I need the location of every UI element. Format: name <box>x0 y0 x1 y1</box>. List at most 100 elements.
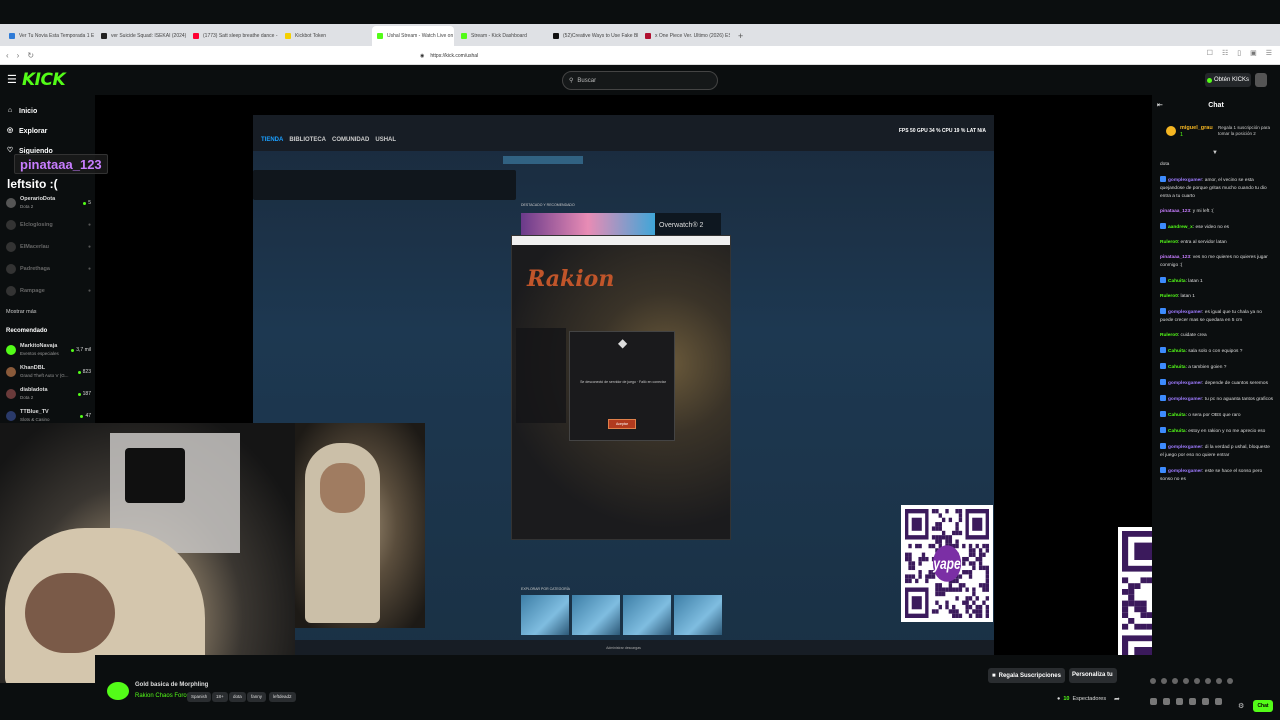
chat-username[interactable]: Rulero0 <box>1160 240 1178 245</box>
search-input[interactable]: ⚲ Buscar <box>562 71 718 90</box>
sidebar-channel-offline[interactable]: Rampage ● <box>6 282 91 300</box>
chat-message: gomplexgamer: es igual que tu chala ya n… <box>1160 308 1274 325</box>
stream-tag[interactable]: fanny <box>247 692 267 702</box>
pinned-gift-leaderboard[interactable]: miguel_grau 1 Regala 1 suscripción para … <box>1166 123 1276 145</box>
webcam-face <box>25 573 115 653</box>
chat-username[interactable]: pinataaa_123 <box>1160 209 1190 214</box>
chat-username[interactable]: gomplexgamer <box>1168 397 1202 402</box>
chat-username[interactable]: gomplexgamer <box>1168 381 1202 386</box>
avatar <box>6 220 16 230</box>
nav-home[interactable]: ⌂ Inicio <box>6 107 37 115</box>
channel-name: KhanDBL <box>20 365 46 371</box>
customize-button[interactable]: Personaliza tu <box>1069 668 1117 683</box>
gift-subs-button[interactable]: ■ Regala Suscripciones <box>988 668 1065 683</box>
sidebar-channel-offline[interactable]: Elcloglosing ● <box>6 216 91 234</box>
get-kicks-button[interactable]: Obtén KICKs <box>1205 73 1251 87</box>
browser-tab[interactable]: ver Suicide Squad: ISEKAI (2024) Onl... <box>96 26 186 46</box>
streamer-avatar[interactable] <box>107 682 129 700</box>
share-icon[interactable]: ➦ <box>1114 695 1120 703</box>
wallet-icon[interactable]: ▣ <box>1250 49 1257 57</box>
reload-icon[interactable]: ↻ <box>27 51 34 60</box>
emote-icon[interactable] <box>1150 698 1157 705</box>
sidebar-channel-offline[interactable]: Padrethaga ● <box>6 260 91 278</box>
show-more-link[interactable]: Mostrar más <box>6 309 37 315</box>
sidebar-icon[interactable]: ▯ <box>1237 49 1241 57</box>
chat-username[interactable]: gomplexgamer <box>1168 178 1202 183</box>
emote-icon[interactable] <box>1202 698 1209 705</box>
emote-icon[interactable] <box>1215 698 1222 705</box>
emote-icon[interactable] <box>1183 678 1189 684</box>
chat-username[interactable]: Rulero0 <box>1160 333 1178 338</box>
chat-username[interactable]: Cahuita <box>1168 413 1186 418</box>
subscriber-badge-icon <box>1160 443 1166 449</box>
live-dot-icon <box>83 201 87 205</box>
browser-tab[interactable]: Stream - Kick Dashboard <box>456 26 546 46</box>
chat-username[interactable]: Cahuita <box>1168 279 1186 284</box>
sidebar-channel-recommended[interactable]: diabladota Dota 2 187 <box>6 385 91 403</box>
browser-tab-label: Stream - Kick Dashboard <box>471 33 527 39</box>
chevron-down-icon[interactable]: ▼ <box>1212 150 1218 156</box>
browser-tab[interactable]: (1773) Satt sleep breathe dance - Yo... <box>188 26 278 46</box>
browser-tab[interactable]: Kickbot Token <box>280 26 370 46</box>
recommended-heading: Recomendado <box>6 328 48 334</box>
user-avatar[interactable] <box>1255 73 1267 87</box>
chat-username[interactable]: Cahuita <box>1168 349 1186 354</box>
stream-tag[interactable]: Spanish <box>187 692 212 702</box>
stream-tag[interactable]: leftdead2 <box>269 692 296 702</box>
sidebar-channel-offline[interactable]: ElMacerlau ● <box>6 238 91 256</box>
browser-tab[interactable]: Ushal Stream - Watch Live on K...× <box>372 26 454 46</box>
subscriber-badge-icon <box>1160 176 1166 182</box>
nav-explore[interactable]: ◎ Explorar <box>6 127 47 135</box>
dialog-ok-button: Aceptar <box>608 419 636 429</box>
stream-category[interactable]: Rakion Chaos Force <box>135 693 190 699</box>
chat-username[interactable]: aandrew_x <box>1168 225 1193 230</box>
extensions-icon[interactable]: ☷ <box>1222 49 1228 57</box>
channel-name: Elcloglosing <box>20 221 53 228</box>
chat-username[interactable]: Cahuita <box>1168 365 1186 370</box>
viewer-count: 5 <box>88 200 91 206</box>
emote-icon[interactable] <box>1189 698 1196 705</box>
chat-username[interactable]: Rulero0 <box>1160 294 1178 299</box>
webcam-flag <box>125 448 185 503</box>
emote-icon[interactable] <box>1163 698 1170 705</box>
chat-send-button[interactable]: Chat <box>1253 700 1273 712</box>
chat-username[interactable]: gomplexgamer <box>1168 469 1202 474</box>
emote-icon[interactable] <box>1172 678 1178 684</box>
address-bar[interactable]: ◉ https://kick.com/ushal <box>420 49 820 62</box>
browser-tab[interactable]: Ver Tu Novia Esta Temporada 1 E... <box>4 26 94 46</box>
browser-tab[interactable]: x One Piece Ver. Ultimo (2026) ESPAÑ... <box>640 26 730 46</box>
chat-username[interactable]: gomplexgamer <box>1168 445 1202 450</box>
emote-icon[interactable] <box>1216 678 1222 684</box>
menu-icon[interactable]: ☰ <box>1266 49 1272 57</box>
hamburger-menu-icon[interactable]: ☰ <box>7 73 17 86</box>
kick-logo[interactable]: KICK <box>22 70 66 90</box>
stream-tag[interactable]: 18+ <box>212 692 228 702</box>
chat-username[interactable]: pinataaa_123 <box>1160 255 1190 260</box>
chat-message: Rulero0: latan 1 <box>1160 293 1274 301</box>
emote-icon[interactable] <box>1150 678 1156 684</box>
webcam-main <box>0 423 295 683</box>
channel-game: Dota 2 <box>20 204 34 209</box>
viewer-count: 187 <box>82 391 91 397</box>
stream-tag[interactable]: dota <box>229 692 246 702</box>
sidebar-channel-recommended[interactable]: KhanDBL Grand Theft Auto V (G... 823 <box>6 363 91 381</box>
emote-icon[interactable] <box>1227 678 1233 684</box>
back-icon[interactable]: ‹ <box>6 51 9 60</box>
settings-icon[interactable]: ⚙ <box>1238 702 1244 710</box>
favicon-icon <box>553 33 559 39</box>
emote-icon[interactable] <box>1205 678 1211 684</box>
chat-username[interactable]: Cahuita <box>1168 429 1186 434</box>
bookmark-icon[interactable]: ☐ <box>1207 49 1213 57</box>
chat-text: : entra al servidor latan <box>1177 240 1227 245</box>
browser-tab[interactable]: (52)Creative Ways to Use Fake Blood <box>548 26 638 46</box>
emote-icon[interactable] <box>1194 678 1200 684</box>
new-tab-button[interactable]: + <box>732 26 749 46</box>
sidebar-channel-operariodota[interactable]: OperarioDota Dota 2 5 <box>6 194 91 212</box>
warning-icon: ◆ <box>618 336 628 350</box>
sidebar-channel-recommended[interactable]: MarkitoNavaja Eventos especiales 3,7 mil <box>6 341 91 359</box>
forward-icon[interactable]: › <box>17 51 20 60</box>
emote-icon[interactable] <box>1176 698 1183 705</box>
chat-username[interactable]: gomplexgamer <box>1168 310 1202 315</box>
avatar <box>6 389 16 399</box>
emote-icon[interactable] <box>1161 678 1167 684</box>
